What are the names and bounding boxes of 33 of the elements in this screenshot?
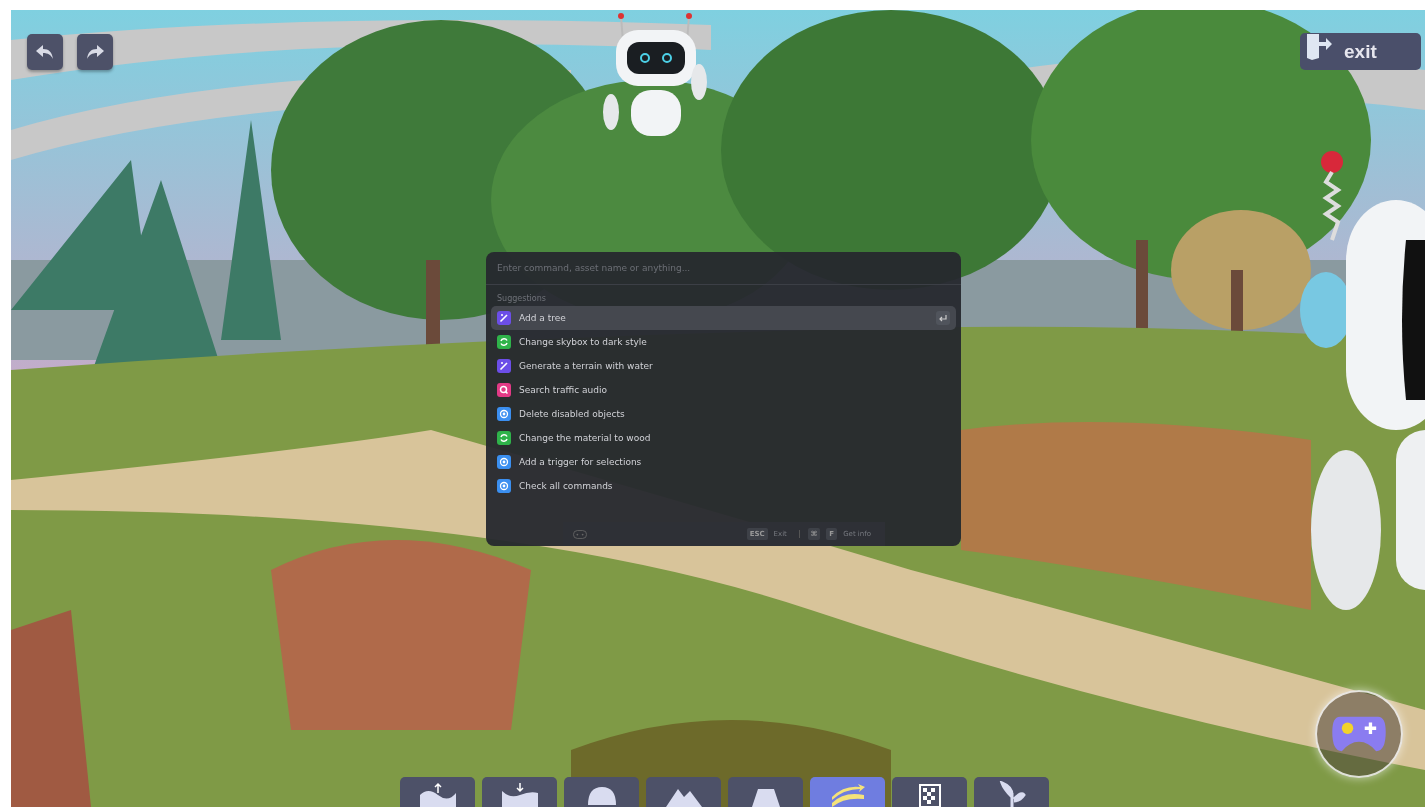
terrain-lower-icon [499,781,540,807]
refresh-icon [497,431,511,445]
exit-button[interactable]: exit [1300,33,1421,70]
terrain-tool-button[interactable] [482,777,557,807]
section-label: Suggestions [496,293,547,305]
suggestion-item[interactable]: Search traffic audio [491,378,956,402]
suggestion-item[interactable]: Add a trigger for selections [491,450,956,474]
terrain-tool-button[interactable] [974,777,1049,807]
terrain-tool-button[interactable] [728,777,803,807]
search-icon [497,383,511,397]
terrain-raise-icon [417,781,458,807]
magic-wand-icon [497,311,511,325]
terrain-tool-button[interactable] [564,777,639,807]
terrain-tool-button[interactable] [400,777,475,807]
undo-button[interactable] [27,34,63,70]
gamepad-icon [573,529,587,539]
suggestion-item[interactable]: Check all commands [491,474,956,498]
enter-key-icon [936,311,950,325]
suggestion-item[interactable]: Delete disabled objects [491,402,956,426]
terrain-tool-button[interactable] [892,777,967,807]
target-icon [497,407,511,421]
suggestion-item[interactable]: Generate a terrain with water [491,354,956,378]
terrain-tool-button[interactable] [646,777,721,807]
magic-wand-icon [497,359,511,373]
redo-button[interactable] [77,34,113,70]
command-input[interactable]: Enter command, asset name or anything... [486,252,961,285]
suggestion-item[interactable]: Change skybox to dark style [491,330,956,354]
refresh-icon [497,335,511,349]
suggestion-item[interactable]: Add a tree [491,306,956,330]
gamepad-button[interactable] [1315,690,1403,778]
target-icon [497,479,511,493]
target-icon [497,455,511,469]
suggestion-item[interactable]: Change the material to wood [491,426,956,450]
